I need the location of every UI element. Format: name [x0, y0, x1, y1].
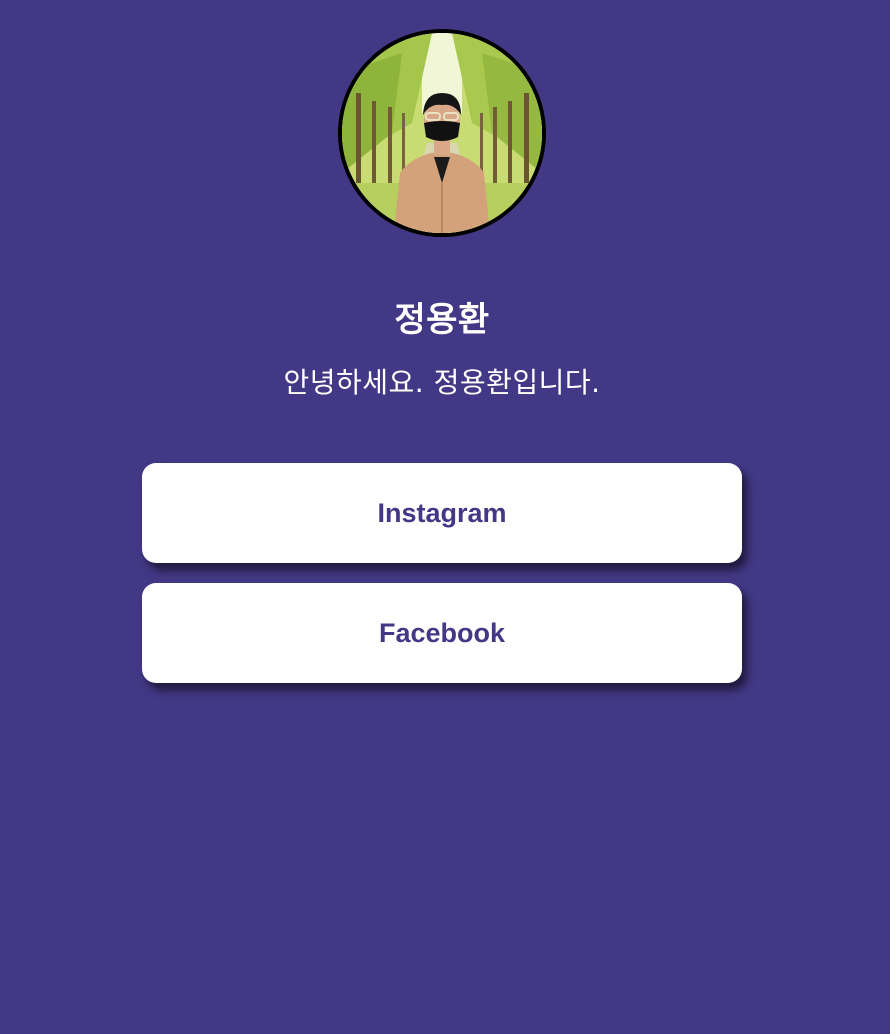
instagram-link-button[interactable]: Instagram	[142, 463, 742, 563]
profile-page: 정용환 안녕하세요. 정용환입니다. Instagram Facebook	[0, 0, 890, 1034]
avatar-photo	[342, 33, 542, 233]
profile-name: 정용환	[394, 300, 490, 340]
facebook-link-button[interactable]: Facebook	[142, 583, 742, 683]
avatar	[338, 29, 546, 237]
profile-bio: 안녕하세요. 정용환입니다.	[283, 366, 601, 399]
